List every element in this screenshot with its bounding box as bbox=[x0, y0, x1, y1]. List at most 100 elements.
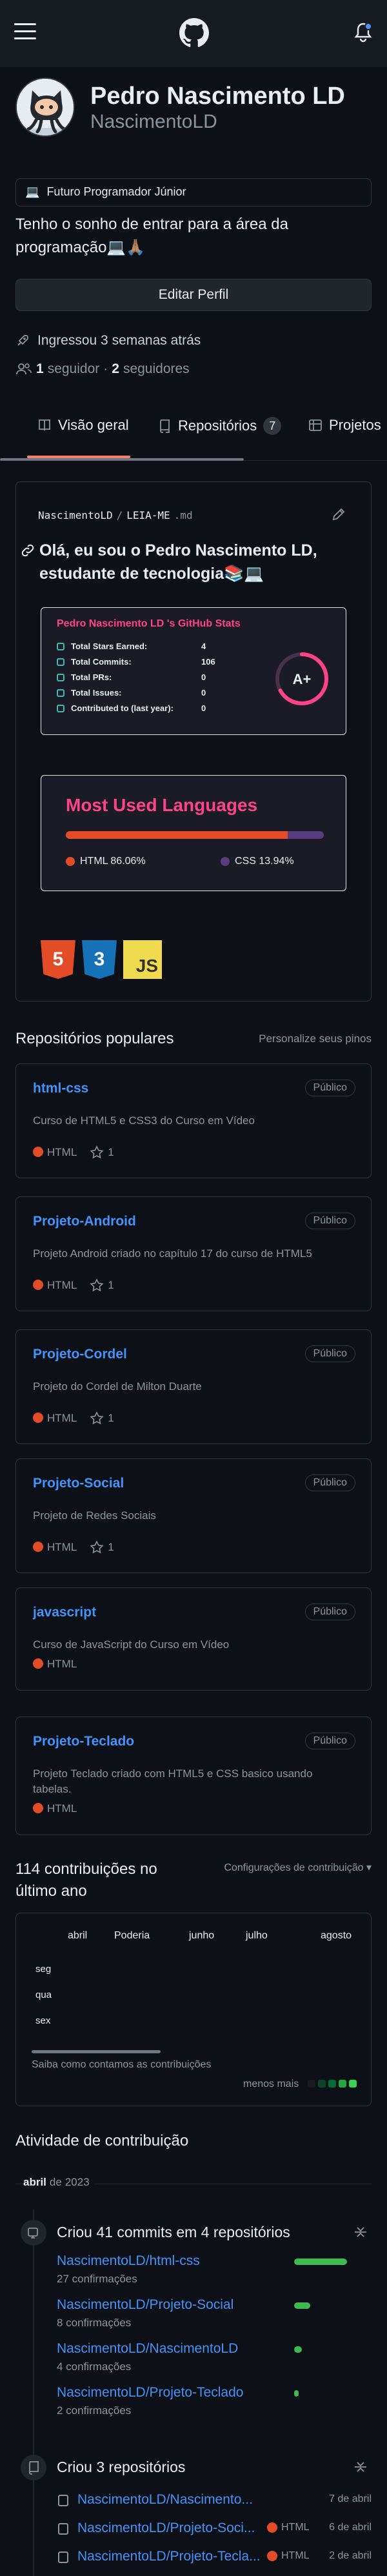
tab-projects-label: Projetos bbox=[329, 417, 381, 433]
stats-row-label: Total PRs: bbox=[71, 672, 112, 682]
repo-stars[interactable]: 1 bbox=[90, 1540, 114, 1555]
top-bar bbox=[0, 0, 387, 67]
rocket-icon bbox=[15, 334, 30, 348]
stats-row-value: 0 bbox=[201, 703, 206, 713]
repo-language: HTML bbox=[33, 1146, 77, 1159]
tab-overview[interactable]: Visão geral bbox=[37, 417, 129, 434]
calendar-scrollbar[interactable] bbox=[32, 2050, 161, 2053]
star-icon bbox=[90, 1145, 104, 1159]
avatar[interactable] bbox=[15, 77, 75, 137]
html-color-dot bbox=[66, 857, 75, 866]
customize-pins-link[interactable]: Personalize seus pinos bbox=[259, 1032, 372, 1045]
repo-name-link[interactable]: Projeto-Teclado bbox=[33, 1734, 134, 1749]
calendar-day-label: qua bbox=[35, 1989, 52, 2000]
anchor-link-icon[interactable] bbox=[20, 543, 35, 558]
repo-star-count: 1 bbox=[108, 1412, 114, 1424]
readme-path: NascimentoLD / LEIA-ME .md bbox=[38, 509, 193, 521]
tab-repositories[interactable]: Repositórios 7 bbox=[157, 417, 282, 435]
repo-description: Curso de HTML5 e CSS3 do Curso em Vídeo bbox=[33, 1114, 255, 1127]
visibility-badge: Público bbox=[304, 1733, 355, 1749]
tab-projects[interactable]: Projetos bbox=[308, 417, 381, 434]
repo-name-link[interactable]: Projeto-Cordel bbox=[33, 1347, 127, 1362]
repo-stars[interactable]: 1 bbox=[90, 1145, 114, 1160]
stats-grade: A+ bbox=[292, 671, 312, 687]
javascript-logo-icon: JS bbox=[123, 940, 162, 979]
commits-summary: Criou 41 commits em 4 repositórios bbox=[57, 2224, 290, 2240]
calendar-month-label: julho bbox=[246, 1930, 268, 1941]
tech-badges: 5 3 JS bbox=[41, 940, 162, 979]
profile-login: NascimentoLD bbox=[90, 111, 217, 132]
hamburger-menu-icon[interactable] bbox=[14, 22, 36, 41]
repo-card: Projeto-Android Público Projeto Android cr… bbox=[15, 1196, 372, 1311]
collapse-icon[interactable] bbox=[353, 2460, 368, 2474]
repo-name-link[interactable]: Projeto-Social bbox=[33, 1476, 124, 1491]
repo-meta: HTML 1 bbox=[33, 1145, 114, 1160]
github-logo-icon[interactable] bbox=[179, 18, 209, 48]
repo-language-label: HTML bbox=[47, 1146, 77, 1158]
repo-name-link[interactable]: javascript bbox=[33, 1605, 96, 1620]
repo-meta: HTML bbox=[33, 1658, 77, 1671]
star-icon bbox=[90, 1278, 104, 1292]
repo-meta: HTML bbox=[33, 1802, 77, 1815]
commit-count: 8 confirmações bbox=[57, 2317, 132, 2329]
repo-name-link[interactable]: Projeto-Android bbox=[33, 1214, 136, 1229]
stats-row-label: Total Stars Earned: bbox=[71, 641, 148, 651]
repo-description: Projeto Teclado criado com HTML5 e CSS b… bbox=[33, 1767, 313, 1795]
css-color-dot bbox=[221, 857, 230, 866]
edit-profile-button[interactable]: Editar Perfil bbox=[15, 279, 372, 311]
languages-title: Most Used Languages bbox=[66, 795, 258, 815]
separator: · bbox=[103, 361, 108, 376]
calendar-day-label: sex bbox=[35, 2015, 51, 2026]
collapse-icon[interactable] bbox=[353, 2225, 368, 2239]
commit-repo-link[interactable]: NascimentoLD/html-css bbox=[57, 2253, 200, 2269]
status-emoji: 💻 bbox=[25, 185, 40, 198]
created-repo-link[interactable]: NascimentoLD/Nascimento... bbox=[77, 2492, 271, 2508]
status-box[interactable]: 💻 Futuro Programador Júnior bbox=[15, 178, 372, 206]
calendar-month-label: junho bbox=[189, 1930, 215, 1941]
repo-stars[interactable]: 1 bbox=[90, 1411, 114, 1425]
commit-repo-link[interactable]: NascimentoLD/Projeto-Teclado bbox=[57, 2385, 243, 2400]
followers-count: 1 bbox=[36, 361, 44, 376]
repo-created-icon bbox=[21, 2455, 46, 2480]
followers-label: seguidor bbox=[47, 361, 100, 376]
languages-bar bbox=[66, 831, 324, 839]
contributions-title: 114 contribuições no último ano bbox=[15, 1860, 157, 1900]
notifications-bell-icon[interactable] bbox=[353, 22, 373, 43]
repo-star-count: 1 bbox=[108, 1541, 114, 1553]
repo-icon bbox=[58, 2495, 68, 2506]
edit-pencil-icon[interactable] bbox=[331, 507, 346, 522]
contribution-calendar: abril Poderia junho julho agosto seg qua sex S… bbox=[15, 1913, 372, 2106]
readme-path-user[interactable]: NascimentoLD bbox=[38, 509, 113, 521]
visibility-badge: Público bbox=[304, 1345, 355, 1362]
repo-name-link[interactable]: html-css bbox=[33, 1081, 88, 1096]
commit-bar bbox=[294, 2390, 299, 2397]
commit-icon bbox=[21, 2220, 46, 2246]
commit-repo-link[interactable]: NascimentoLD/NascimentoLD bbox=[57, 2341, 238, 2357]
calendar-month-label: Poderia bbox=[114, 1930, 150, 1941]
contribution-settings-dropdown[interactable]: Configurações de contribuição ▾ bbox=[224, 1861, 372, 1874]
stats-row-value: 4 bbox=[201, 641, 206, 651]
language-color-dot bbox=[33, 1658, 43, 1669]
repo-language-label: HTML bbox=[47, 1658, 77, 1670]
language-color-dot bbox=[33, 1413, 43, 1423]
joined-row: Ingressou 3 semanas atrás bbox=[15, 333, 201, 348]
joined-text: Ingressou 3 semanas atrás bbox=[37, 333, 201, 348]
followers-row[interactable]: 1 seguidor · 2 seguidores bbox=[15, 361, 190, 377]
tabs-scroll-indicator[interactable] bbox=[0, 458, 244, 461]
commit-bar bbox=[294, 2259, 347, 2265]
stats-row-value: 106 bbox=[201, 657, 215, 667]
css-language-label: CSS 13.94% bbox=[235, 856, 294, 867]
created-repo-link[interactable]: NascimentoLD/Projeto-Tecla... bbox=[77, 2549, 271, 2564]
created-repo-link[interactable]: NascimentoLD/Projeto-Soci... bbox=[77, 2521, 271, 2536]
stats-row-label: Total Issues: bbox=[71, 688, 122, 698]
language-color-dot bbox=[267, 2522, 277, 2533]
repo-stars[interactable]: 1 bbox=[90, 1278, 114, 1293]
repo-language: HTML bbox=[33, 1658, 77, 1671]
repo-card: Projeto-Teclado Público Projeto Teclado cr… bbox=[15, 1716, 372, 1835]
repo-icon bbox=[160, 419, 170, 433]
learn-contributions-link[interactable]: Saiba como contamos as contribuições bbox=[32, 2059, 211, 2071]
html-bar-segment bbox=[66, 831, 288, 839]
commit-repo-link[interactable]: NascimentoLD/Projeto-Social bbox=[57, 2297, 233, 2313]
visibility-badge: Público bbox=[304, 1080, 355, 1096]
repo-meta: HTML 1 bbox=[33, 1411, 114, 1425]
